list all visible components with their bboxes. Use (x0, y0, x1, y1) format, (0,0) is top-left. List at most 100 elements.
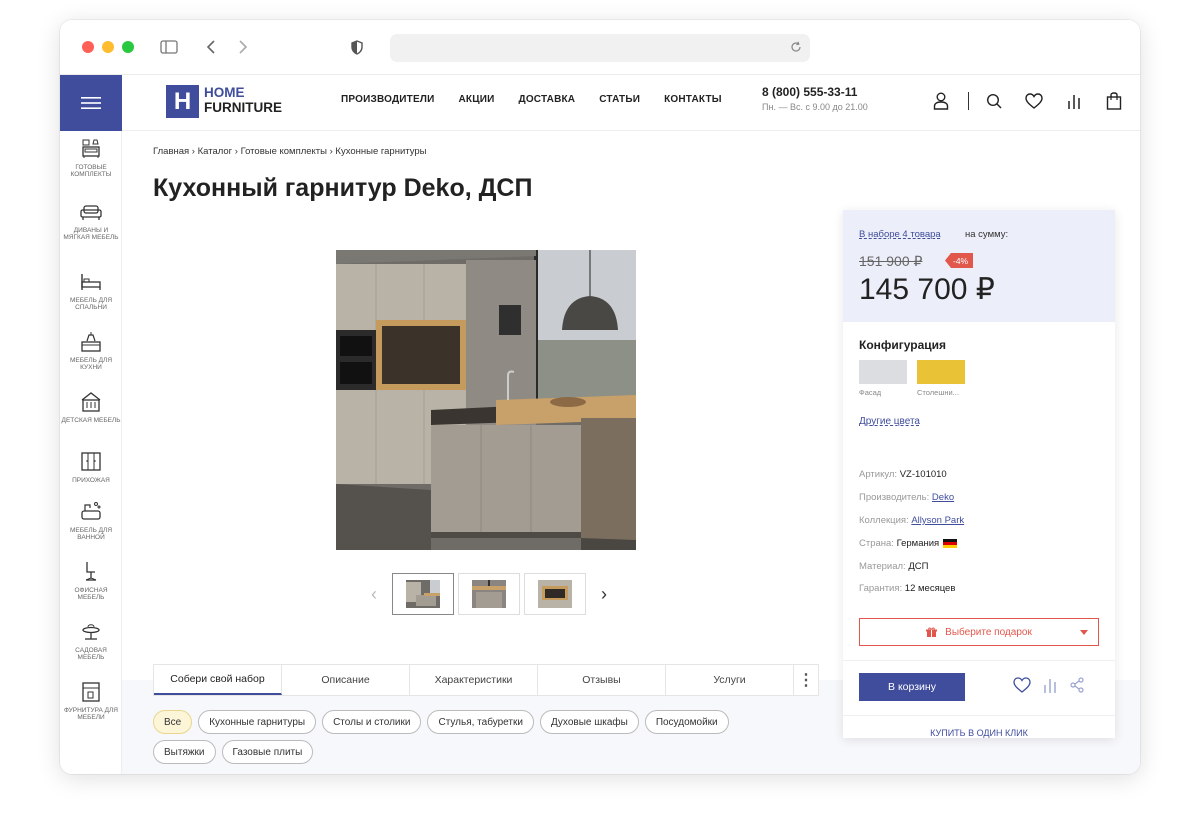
swatch-countertop[interactable] (917, 360, 965, 384)
hamburger-icon (81, 97, 101, 109)
rail-item-hallway[interactable]: Прихожая (60, 450, 122, 484)
chip-dishwashers[interactable]: Посудомойки (644, 710, 729, 734)
nav-link-articles[interactable]: Статьи (599, 94, 640, 105)
reload-icon[interactable] (790, 40, 802, 58)
chip-ovens[interactable]: Духовые шкафы (539, 710, 639, 734)
spec-country: Страна: Германия (859, 538, 958, 549)
tab-build-set[interactable]: Собери свой набор (154, 665, 282, 695)
tab-description[interactable]: Описание (282, 665, 410, 695)
rail-item-label: Офисная мебель (74, 587, 108, 602)
logo-text[interactable]: HOME FURNITURE (204, 85, 282, 115)
chip-tables[interactable]: Столы и столики (322, 710, 422, 734)
chip-gas-stoves[interactable]: Газовые плиты (221, 740, 314, 764)
logo[interactable]: H (166, 85, 199, 118)
maker-link[interactable]: Deko (932, 492, 954, 503)
nav-link-contacts[interactable]: Контакты (664, 94, 722, 105)
add-to-cart-button[interactable]: В корзину (859, 673, 965, 701)
swatch-label: Столешни... (917, 388, 959, 397)
rail-item-kitchen[interactable]: Мебель для кухни (60, 330, 122, 372)
favorite-heart-icon[interactable] (1013, 677, 1031, 698)
search-icon[interactable] (981, 90, 1007, 112)
rail-item-sofas[interactable]: Диваны и мягкая мебель (60, 200, 122, 242)
spec-value: VZ-101010 (899, 469, 947, 480)
tab-reviews[interactable]: Отзывы (538, 665, 666, 695)
back-icon[interactable] (202, 34, 220, 60)
forward-icon[interactable] (234, 34, 252, 60)
rail-item-label: Готовые комплекты (70, 164, 112, 179)
rail-item-hardware[interactable]: Фурнитура для мебели (60, 680, 122, 722)
bathroom-icon (81, 502, 101, 520)
kids-icon (81, 392, 101, 412)
rail-item-bedroom[interactable]: Мебель для спальни (60, 270, 122, 312)
rail-item-bathroom[interactable]: Мебель для ванной (60, 500, 122, 542)
chip-all[interactable]: Все (153, 710, 193, 734)
spec-label: Коллекция: (859, 515, 909, 526)
product-image[interactable] (336, 250, 636, 550)
user-icon[interactable] (928, 90, 954, 112)
menu-button[interactable] (60, 75, 122, 131)
share-icon[interactable] (1069, 677, 1085, 698)
rail-item-sets[interactable]: Готовые комплекты (60, 137, 122, 179)
category-chips: Все Кухонные гарнитуры Столы и столики С… (153, 710, 793, 764)
chip-chairs[interactable]: Стулья, табуретки (427, 710, 534, 734)
prev-arrow-icon[interactable]: ‹ (360, 573, 388, 615)
tab-characteristics[interactable]: Характеристики (410, 665, 538, 695)
compare-icon[interactable] (1061, 90, 1087, 112)
compare-bars-icon[interactable] (1043, 677, 1057, 698)
spec-article: Артикул: VZ-101010 (859, 469, 947, 480)
heart-icon[interactable] (1021, 90, 1047, 112)
card-divider (843, 660, 1115, 661)
next-arrow-icon[interactable]: › (590, 573, 618, 615)
garden-icon (82, 624, 100, 640)
office-chair-icon (85, 562, 97, 581)
breadcrumb[interactable]: Главная › Каталог › Готовые комплекты › … (153, 146, 426, 157)
rail-item-label: Мебель для ванной (69, 527, 113, 542)
tab-services[interactable]: Услуги (666, 665, 794, 695)
current-price: 145 700 ₽ (859, 273, 995, 306)
old-price: 151 900 ₽ (859, 253, 923, 269)
address-bar[interactable] (390, 34, 810, 62)
thumbnail[interactable] (458, 573, 520, 615)
rail-item-kids[interactable]: Детская мебель (60, 390, 122, 424)
chip-hoods[interactable]: Вытяжки (153, 740, 216, 764)
shield-icon[interactable] (348, 34, 366, 60)
rail-item-label: Мебель для кухни (69, 357, 113, 372)
collection-link[interactable]: Allyson Park (911, 515, 964, 526)
gift-icon (926, 627, 938, 637)
spec-material: Материал: ДСП (859, 561, 928, 572)
card-divider (843, 715, 1115, 716)
furniture-set-icon (82, 139, 100, 158)
page-title: Кухонный гарнитур Deko, ДСП (153, 174, 533, 202)
gift-select[interactable]: Выберите подарок (859, 618, 1099, 646)
thumbnail[interactable] (524, 573, 586, 615)
rail-item-label: Прихожая (72, 477, 110, 484)
nav-link-delivery[interactable]: Доставка (519, 94, 576, 105)
nav-link-makers[interactable]: Производители (341, 94, 434, 105)
buy-one-click-link[interactable]: Купить в один клик (843, 728, 1115, 738)
minimize-dot[interactable] (102, 41, 114, 53)
spec-collection: Коллекция: Allyson Park (859, 515, 964, 526)
close-dot[interactable] (82, 41, 94, 53)
config-title: Конфигурация (859, 338, 947, 352)
site-header: H HOME FURNITURE Производители Акции Дос… (122, 75, 1140, 131)
zoom-dot[interactable] (122, 41, 134, 53)
set-items-link[interactable]: В наборе 4 товара (859, 229, 941, 240)
sofa-icon (80, 205, 102, 220)
other-colors-link[interactable]: Другие цвета (859, 416, 920, 427)
tabs-more-icon[interactable]: ⋮ (794, 665, 818, 695)
sidebar-icon[interactable] (158, 34, 180, 60)
nav-link-sales[interactable]: Акции (458, 94, 494, 105)
rail-item-garden[interactable]: Садовая мебель (60, 620, 122, 662)
chip-kitchen-sets[interactable]: Кухонные гарнитуры (198, 710, 317, 734)
working-hours: Пн. — Вс. с 9.00 до 21.00 (762, 102, 868, 112)
rail-item-label: Диваны и мягкая мебель (63, 227, 119, 242)
bag-icon[interactable] (1101, 90, 1127, 112)
purchase-card: В наборе 4 товара на сумму: 151 900 ₽ -4… (843, 210, 1115, 738)
phone-number[interactable]: 8 (800) 555-33-11 (762, 85, 857, 99)
rail-item-office[interactable]: Офисная мебель (60, 560, 122, 602)
rail-item-label: Садовая мебель (75, 647, 107, 662)
thumbnail[interactable] (392, 573, 454, 615)
swatch-facade[interactable] (859, 360, 907, 384)
spec-maker: Производитель: Deko (859, 492, 954, 503)
thumbnail-strip: ‹ › (360, 573, 618, 615)
